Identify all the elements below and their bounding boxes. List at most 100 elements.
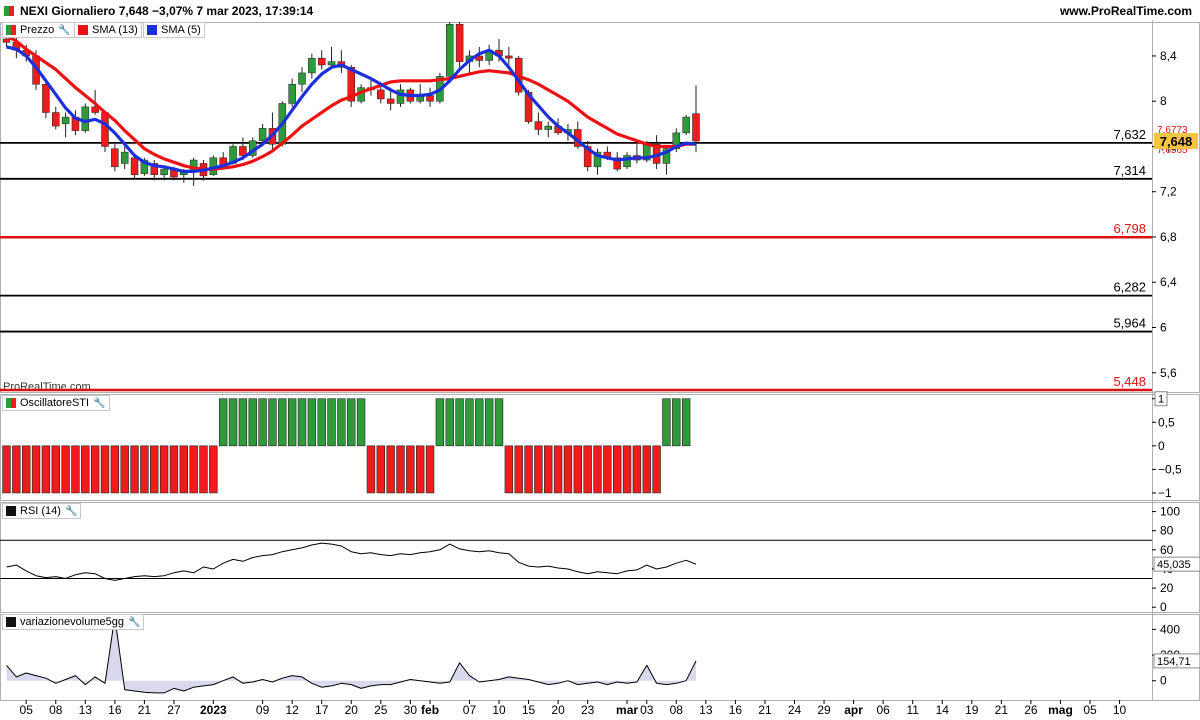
x-tick-label: 06 xyxy=(876,703,890,717)
x-tick-label: 15 xyxy=(522,703,536,717)
sti-bar xyxy=(662,398,671,447)
legend-sti[interactable]: OscillatoreSTI 🔧 xyxy=(2,395,110,411)
x-tick-label: 20 xyxy=(551,703,565,717)
sti-bar xyxy=(140,445,149,494)
legend-sti-label: OscillatoreSTI xyxy=(20,397,90,409)
x-tick-label: 10 xyxy=(492,703,506,717)
x-tick-label: apr xyxy=(844,703,863,717)
price-y-tick-label: 8,4 xyxy=(1160,49,1177,63)
legend-sma13[interactable]: SMA (13) xyxy=(74,22,142,38)
candle-body xyxy=(130,157,139,176)
candle-body xyxy=(692,113,700,142)
price-y-tick-label: 6,8 xyxy=(1160,230,1177,244)
sti-bar xyxy=(258,398,267,447)
sti-y-tick-label: 0 xyxy=(1158,439,1165,453)
sti-bar xyxy=(681,398,691,447)
x-tick-label: 27 xyxy=(167,703,181,717)
sti-bar xyxy=(337,398,346,447)
x-tick-label: mar xyxy=(616,703,638,717)
x-tick-label: 11 xyxy=(906,703,919,717)
wrench-icon[interactable]: 🔧 xyxy=(128,617,140,628)
sti-bar xyxy=(415,445,425,494)
wrench-icon[interactable]: 🔧 xyxy=(58,25,70,36)
sti-bar xyxy=(504,445,514,494)
x-tick-label: 29 xyxy=(817,703,831,717)
sti-bar xyxy=(2,445,11,494)
x-tick-label: 08 xyxy=(670,703,684,717)
candle-body xyxy=(544,125,552,130)
price-level-label: 7,314 xyxy=(1113,163,1146,178)
sti-bar xyxy=(524,445,533,494)
last-price-label: 7,648 xyxy=(1160,134,1193,149)
sti-bar xyxy=(238,398,248,447)
x-tick-label: 07 xyxy=(463,703,477,717)
vol-y-tick-label: 0 xyxy=(1160,674,1167,688)
sma5-color-swatch xyxy=(147,25,157,35)
sti-bar xyxy=(455,398,464,447)
sti-bar xyxy=(327,398,336,447)
sti-bar xyxy=(514,445,523,494)
wrench-icon[interactable]: 🔧 xyxy=(65,506,77,517)
sti-bar xyxy=(544,445,553,494)
sti-bar xyxy=(150,445,159,494)
x-tick-label: 19 xyxy=(965,703,979,717)
sti-bar xyxy=(199,445,208,494)
sti-bar xyxy=(219,398,228,447)
sti-bar xyxy=(445,398,454,447)
sti-bar xyxy=(110,445,120,494)
sti-bar xyxy=(130,445,139,494)
rsi-line xyxy=(6,542,697,581)
sti-bar xyxy=(356,398,366,447)
candle-body xyxy=(534,121,543,130)
rsi-y-tick-label: 20 xyxy=(1160,581,1174,595)
rsi-y-tick-label: 60 xyxy=(1160,543,1174,557)
source-url[interactable]: www.ProRealTime.com xyxy=(1060,0,1192,22)
x-tick-label: 12 xyxy=(285,703,299,717)
legend-rsi[interactable]: RSI (14) 🔧 xyxy=(2,503,82,519)
price-level-label: 6,282 xyxy=(1113,280,1146,295)
sti-bar xyxy=(642,445,651,494)
sti-bar xyxy=(366,445,376,494)
legend-volume[interactable]: variazionevolume5gg 🔧 xyxy=(2,614,145,630)
legend-sma13-label: SMA (13) xyxy=(92,24,138,36)
price-level-label: 5,964 xyxy=(1113,316,1146,331)
chart-canvas[interactable]: ProRealTime.com8,487,67,26,86,465,67,632… xyxy=(0,0,1200,720)
price-y-tick-label: 6 xyxy=(1160,321,1167,335)
volume-color-swatch xyxy=(6,617,16,627)
sti-bar xyxy=(100,445,110,494)
price-y-tick-label: 5,6 xyxy=(1160,366,1177,380)
candle-body xyxy=(386,98,395,104)
sti-y-tick-label: −1 xyxy=(1158,486,1172,500)
x-tick-label: 21 xyxy=(995,703,1009,717)
price-y-tick-label: 7,2 xyxy=(1160,185,1177,199)
candle-body xyxy=(446,24,454,77)
vol-y-tick-label: 400 xyxy=(1160,622,1180,636)
legend-sma5[interactable]: SMA (5) xyxy=(143,22,205,38)
rsi-y-tick-label: 0 xyxy=(1160,600,1167,614)
sti-bar xyxy=(425,445,435,494)
legend-volume-label: variazionevolume5gg xyxy=(20,616,124,628)
sma13-color-swatch xyxy=(78,25,88,35)
sti-bar xyxy=(159,445,169,494)
candle-body xyxy=(505,55,513,59)
sti-bar xyxy=(435,398,445,447)
sti-bar xyxy=(287,398,297,447)
candlestick-icon xyxy=(6,25,16,35)
legend-price[interactable]: Prezzo 🔧 xyxy=(2,22,75,38)
wrench-icon[interactable]: 🔧 xyxy=(93,398,105,409)
sti-bar xyxy=(652,445,661,494)
x-tick-label: 14 xyxy=(936,703,950,717)
sti-bar xyxy=(406,445,415,494)
sti-y-tick-label: −0,5 xyxy=(1158,462,1182,476)
sti-bar xyxy=(573,445,583,494)
sti-bar xyxy=(81,445,90,494)
x-tick-label: mag xyxy=(1048,703,1073,717)
sti-y-tick-label: 1 xyxy=(1158,394,1164,406)
candle-body xyxy=(455,24,464,62)
candle-body xyxy=(426,95,434,102)
x-tick-label: 24 xyxy=(788,703,802,717)
x-tick-label: 23 xyxy=(581,703,595,717)
price-level-label: 7,632 xyxy=(1113,127,1146,142)
sti-bar xyxy=(672,398,681,447)
price-chart-icon xyxy=(4,6,14,16)
